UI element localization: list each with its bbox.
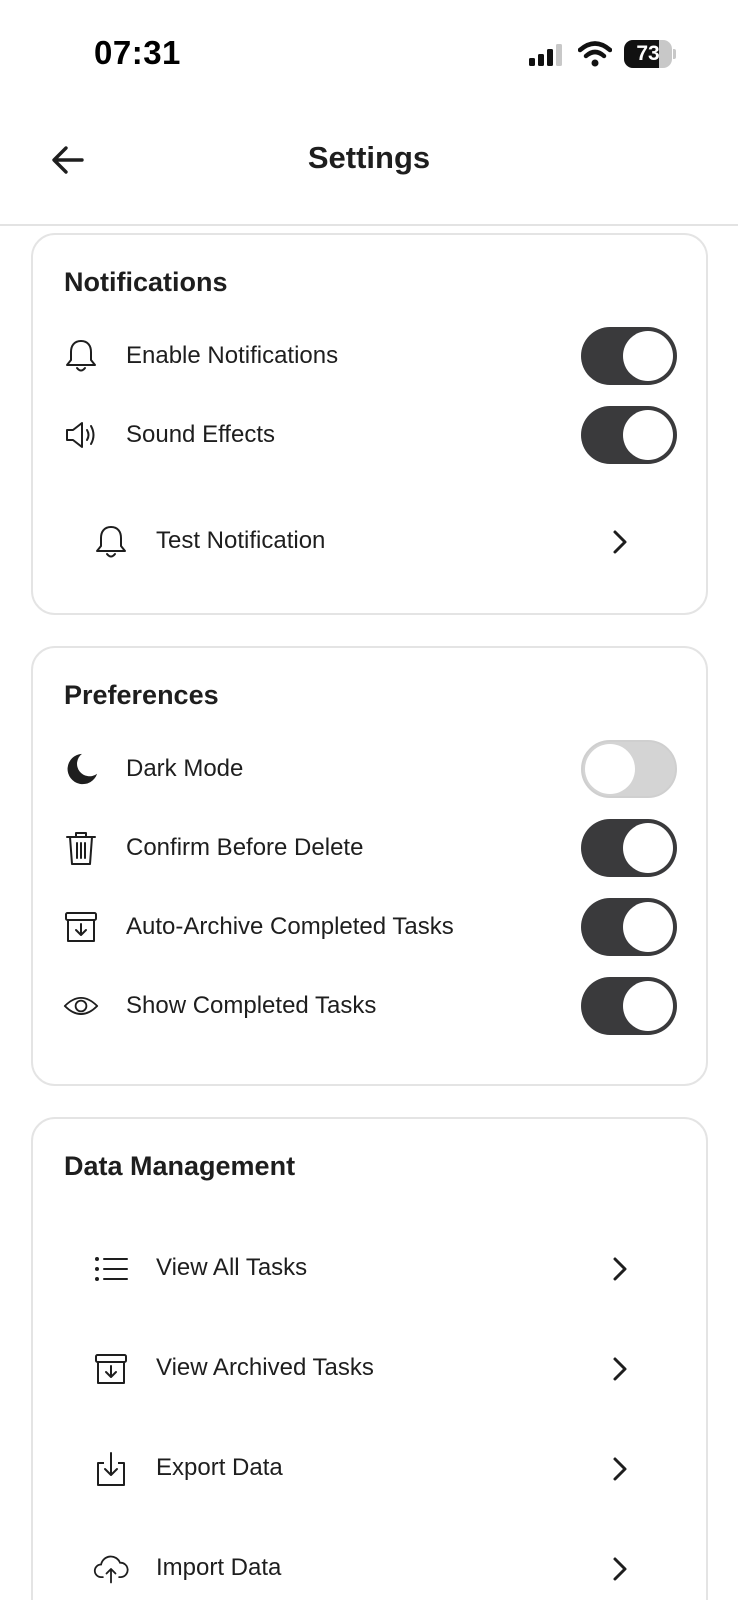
chevron-right-icon [606, 1255, 634, 1283]
settings-screen: 07:31 73 Settings Notifications Enable N… [0, 0, 738, 1600]
view-all-tasks-button[interactable]: View All Tasks [33, 1234, 706, 1304]
battery-level: 73 [636, 42, 660, 65]
page-title: Settings [307, 140, 431, 175]
trash-icon [63, 830, 99, 866]
preferences-card: Preferences Dark Mode Confirm Before Del… [31, 646, 708, 1086]
list-icon [93, 1251, 129, 1287]
view-archived-tasks-button[interactable]: View Archived Tasks [33, 1334, 706, 1404]
archive-icon [63, 909, 99, 945]
bell-icon [93, 524, 129, 560]
moon-icon [63, 751, 99, 787]
setting-label: Confirm Before Delete [126, 834, 364, 861]
setting-row-enable-notifications: Enable Notifications [33, 326, 706, 386]
cellular-signal-icon [528, 42, 566, 68]
section-title-notifications: Notifications [64, 267, 228, 297]
chevron-right-icon [606, 528, 634, 556]
link-label: View Archived Tasks [156, 1354, 374, 1381]
toggle-confirm-delete[interactable] [581, 819, 677, 877]
setting-label: Show Completed Tasks [126, 992, 377, 1019]
setting-row-auto-archive: Auto-Archive Completed Tasks [33, 897, 706, 957]
section-title-data-management: Data Management [64, 1151, 296, 1181]
setting-label: Sound Effects [126, 421, 275, 448]
notifications-card: Notifications Enable Notifications Sound… [31, 233, 708, 615]
archive-icon [93, 1351, 129, 1387]
setting-row-dark-mode: Dark Mode [33, 739, 706, 799]
toggle-show-completed[interactable] [581, 977, 677, 1035]
import-data-button[interactable]: Import Data [33, 1534, 706, 1600]
setting-row-show-completed: Show Completed Tasks [33, 976, 706, 1036]
eye-icon [63, 988, 99, 1024]
bell-icon [63, 338, 99, 374]
chevron-right-icon [606, 1455, 634, 1483]
setting-label: Auto-Archive Completed Tasks [126, 913, 454, 940]
test-notification-label: Test Notification [156, 527, 326, 554]
data-management-card: Data Management View All Tasks View Arch… [31, 1117, 708, 1600]
test-notification-button[interactable]: Test Notification [33, 507, 706, 577]
chevron-right-icon [606, 1555, 634, 1583]
toggle-dark-mode[interactable] [581, 740, 677, 798]
setting-row-confirm-delete: Confirm Before Delete [33, 818, 706, 878]
speaker-icon [63, 417, 99, 453]
header: Settings [0, 110, 738, 226]
status-bar: 07:31 73 [0, 0, 738, 100]
link-label: Import Data [156, 1554, 282, 1581]
cloud-upload-icon [93, 1551, 129, 1587]
toggle-sound-effects[interactable] [581, 406, 677, 464]
toggle-enable-notifications[interactable] [581, 327, 677, 385]
setting-label: Dark Mode [126, 755, 244, 782]
link-label: Export Data [156, 1454, 283, 1481]
section-title-preferences: Preferences [64, 680, 219, 710]
battery-icon: 73 [624, 40, 676, 68]
link-label: View All Tasks [156, 1254, 308, 1281]
setting-label: Enable Notifications [126, 342, 339, 369]
export-data-button[interactable]: Export Data [33, 1434, 706, 1504]
download-icon [93, 1451, 129, 1487]
toggle-auto-archive[interactable] [581, 898, 677, 956]
status-time: 07:31 [94, 34, 181, 71]
setting-row-sound-effects: Sound Effects [33, 405, 706, 465]
chevron-right-icon [606, 1355, 634, 1383]
wifi-icon [578, 40, 612, 68]
